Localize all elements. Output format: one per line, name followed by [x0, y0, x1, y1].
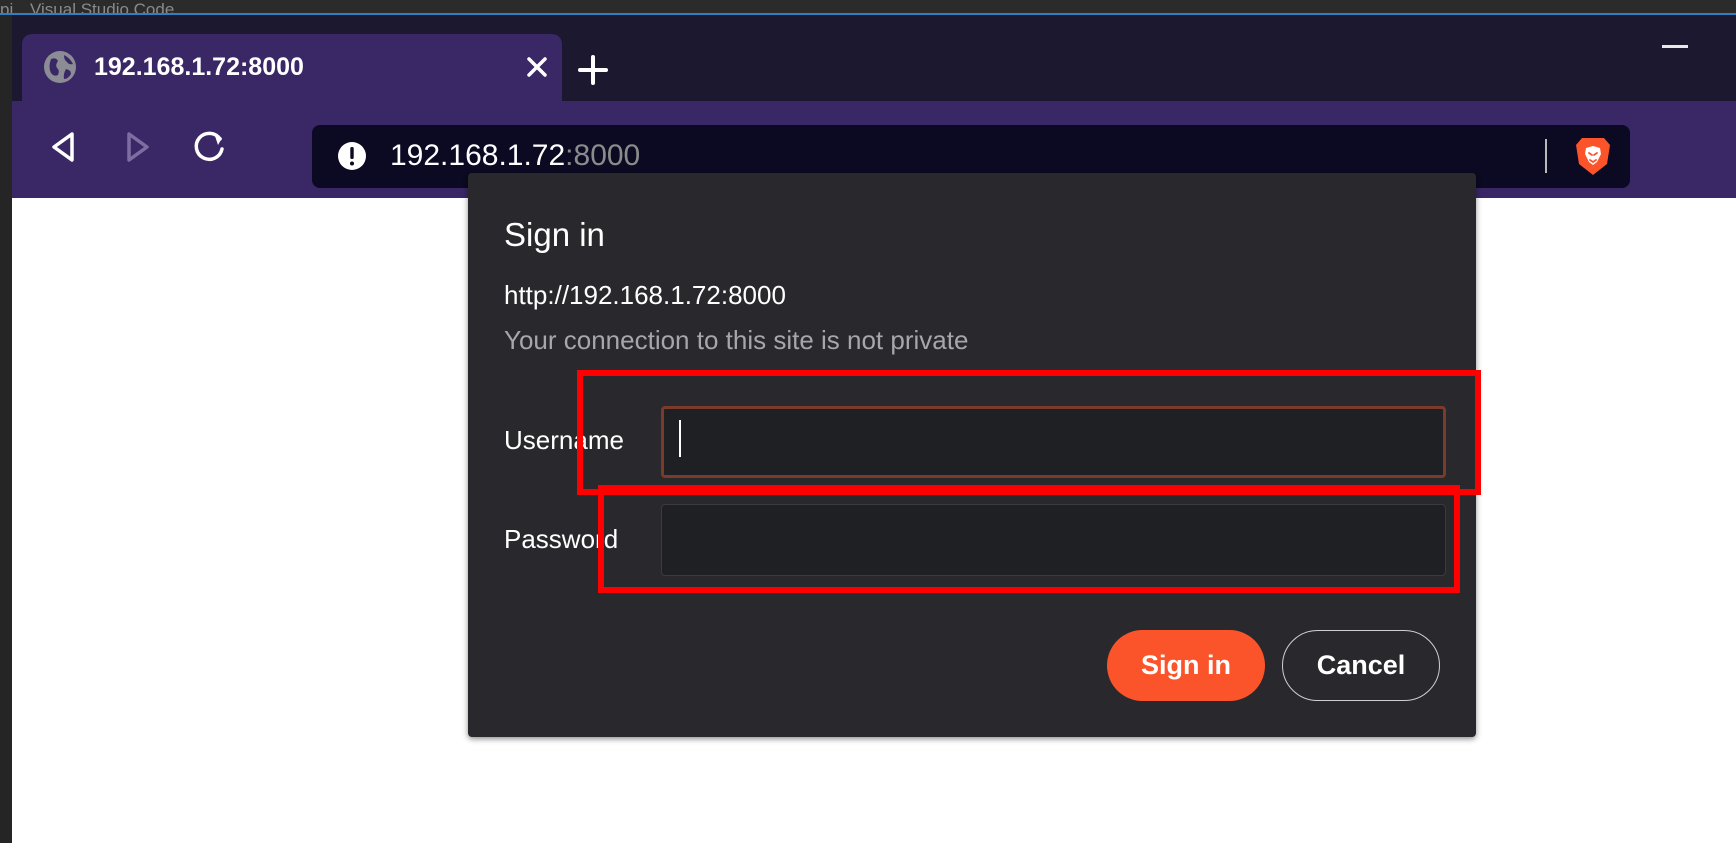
- dialog-connection-note: Your connection to this site is not priv…: [504, 325, 969, 355]
- reload-icon[interactable]: [187, 125, 231, 169]
- back-arrow-icon[interactable]: [42, 125, 86, 169]
- address-text: 192.168.1.72:8000: [390, 138, 640, 174]
- text-caret: [679, 420, 681, 457]
- background-app-sidebar: [0, 15, 12, 843]
- background-app-titlebar: pi Visual Studio Code: [0, 0, 1736, 14]
- minimize-button[interactable]: [1662, 45, 1688, 48]
- cancel-button[interactable]: Cancel: [1282, 630, 1440, 701]
- warning-icon[interactable]: [337, 141, 367, 171]
- address-divider: [1545, 139, 1547, 173]
- dialog-title: Sign in: [504, 216, 605, 253]
- tab-strip: 192.168.1.72:8000: [12, 15, 1736, 101]
- close-icon[interactable]: [522, 52, 552, 82]
- username-label: Username: [504, 425, 624, 455]
- address-port: :8000: [565, 139, 641, 172]
- dialog-url: http://192.168.1.72:8000: [504, 280, 786, 310]
- sign-in-button[interactable]: Sign in: [1107, 630, 1265, 701]
- tab-title: 192.168.1.72:8000: [94, 53, 304, 81]
- browser-tab[interactable]: 192.168.1.72:8000: [22, 34, 562, 101]
- globe-icon: [44, 51, 76, 83]
- forward-arrow-icon[interactable]: [115, 125, 159, 169]
- username-field[interactable]: [661, 406, 1446, 478]
- new-tab-button[interactable]: [575, 52, 611, 88]
- address-host: 192.168.1.72: [390, 139, 566, 172]
- password-field[interactable]: [661, 504, 1446, 576]
- sign-in-dialog: Sign in http://192.168.1.72:8000 Your co…: [468, 173, 1476, 737]
- password-label: Password: [504, 524, 619, 554]
- brave-lion-icon[interactable]: [1574, 136, 1612, 177]
